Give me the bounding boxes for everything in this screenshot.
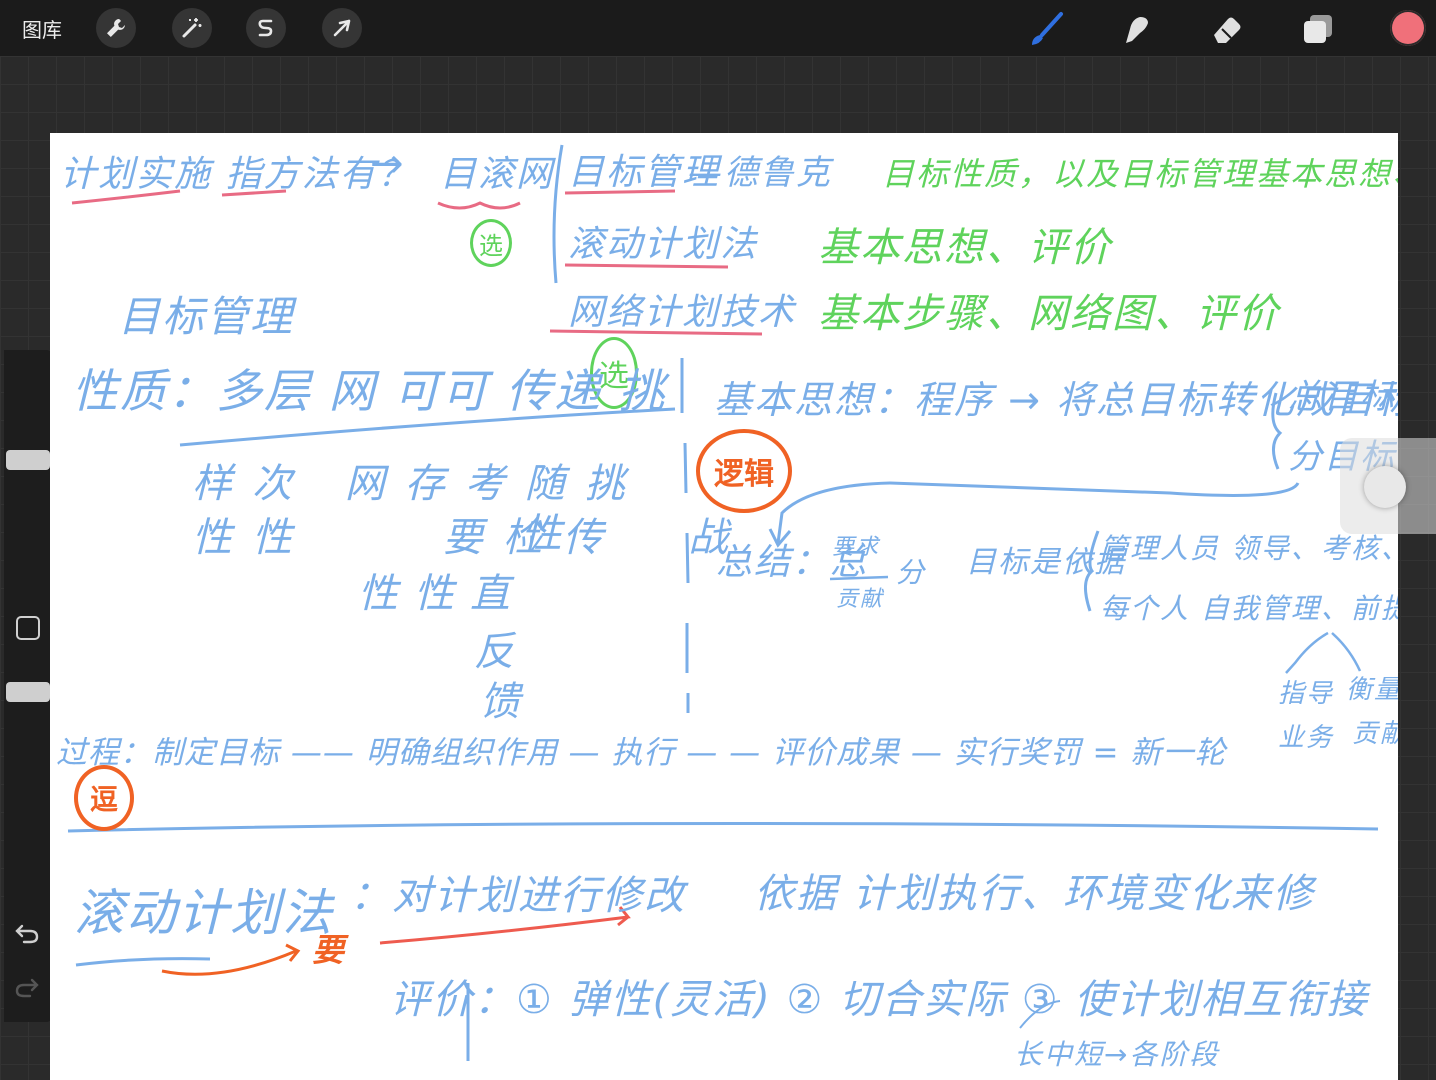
item-target-author: —德鲁克 bbox=[688, 153, 832, 193]
process-line: 过程：制定目标 —— 明确组织作用 — 执行 — — 评价成果 — 实行奖罚 =… bbox=[56, 735, 1227, 771]
header-targets: 目滚网 bbox=[440, 154, 555, 195]
header-question: 计划实施 指方法有？ bbox=[60, 154, 416, 195]
fork-right-2: 贡献 bbox=[1352, 719, 1398, 749]
fork-left-2: 业务 bbox=[1278, 723, 1335, 753]
rolling-title: 滚动计划法 bbox=[74, 884, 334, 942]
nature-row-3: 性性直 bbox=[358, 571, 526, 617]
smudge-icon[interactable] bbox=[1118, 11, 1154, 47]
selection-s-icon[interactable] bbox=[246, 8, 286, 48]
drawing-canvas[interactable]: 计划实施 指方法有？ → 目滚网 目标管理 —德鲁克 目标性质，以及目标管理基本… bbox=[50, 133, 1398, 1080]
item1-note: 目标性质，以及目标管理基本思想、过程 bbox=[882, 155, 1398, 193]
rolling-evaluation: 评价：① 弹性(灵活) ② 切合实际 ③ 使计划相互衔接 bbox=[390, 977, 1369, 1023]
item-rolling-plan: 滚动计划法 bbox=[568, 224, 759, 265]
fraction-bottom: 贡献 bbox=[836, 587, 885, 612]
nature-row-1: 样次 网存考随挑 bbox=[192, 461, 645, 507]
feedback-char-2: 馈 bbox=[480, 679, 522, 725]
fraction-top: 要求 bbox=[832, 535, 881, 560]
side-panel bbox=[4, 350, 54, 1022]
nature-row-2: 性性 要检传 战 bbox=[192, 515, 749, 561]
modify-square-button[interactable] bbox=[16, 616, 40, 640]
wrench-icon[interactable] bbox=[96, 8, 136, 48]
magic-wand-icon[interactable] bbox=[172, 8, 212, 48]
fraction-suffix: 分 bbox=[896, 556, 927, 589]
fork-left-1: 指导 bbox=[1278, 679, 1335, 709]
overall-target: 总目标 bbox=[1288, 377, 1396, 417]
target-management-title: 目标管理 bbox=[118, 292, 295, 341]
item3-note: 基本步骤、网络图、评价 bbox=[818, 291, 1280, 337]
logic-badge: 逻辑 bbox=[696, 429, 792, 513]
redo-icon[interactable] bbox=[14, 976, 40, 998]
item-network-plan: 网络计划技术 bbox=[568, 292, 797, 333]
fork-right-1: 衡量 bbox=[1346, 675, 1398, 705]
nature-line: 性质：多层 网 可可 传递 挑 bbox=[72, 364, 667, 418]
eraser-icon[interactable] bbox=[1208, 11, 1244, 47]
layers-icon[interactable] bbox=[1300, 11, 1336, 47]
arrow-transform-icon[interactable] bbox=[322, 8, 362, 48]
gallery-button[interactable]: 图库 bbox=[22, 14, 62, 43]
brush-size-slider[interactable] bbox=[6, 450, 50, 470]
choice-badge: 选 bbox=[470, 219, 512, 267]
undo-icon[interactable] bbox=[14, 922, 40, 944]
top-toolbar: 图库 bbox=[0, 0, 1436, 56]
item2-note: 基本思想、评价 bbox=[818, 225, 1112, 271]
nature-row-2b: 性 bbox=[522, 511, 564, 557]
important-badge: 逗 bbox=[74, 765, 134, 831]
brush-icon[interactable] bbox=[1028, 11, 1064, 47]
modify-button[interactable] bbox=[1364, 466, 1406, 508]
rolling-definition: ：对计划进行修改 bbox=[350, 873, 686, 919]
brush-opacity-slider[interactable] bbox=[6, 682, 50, 702]
rolling-sub-note: 长中短→各阶段 bbox=[1014, 1038, 1220, 1071]
basis-individuals: 每个人 自我管理、前提(准则) bbox=[1100, 592, 1398, 625]
rolling-basis: 依据 计划执行、环境变化来修 bbox=[754, 871, 1315, 917]
color-picker-button[interactable] bbox=[1390, 10, 1426, 46]
important-mark: 要 bbox=[312, 931, 347, 969]
header-arrow: → bbox=[370, 141, 406, 187]
modify-button-panel bbox=[1340, 438, 1436, 534]
